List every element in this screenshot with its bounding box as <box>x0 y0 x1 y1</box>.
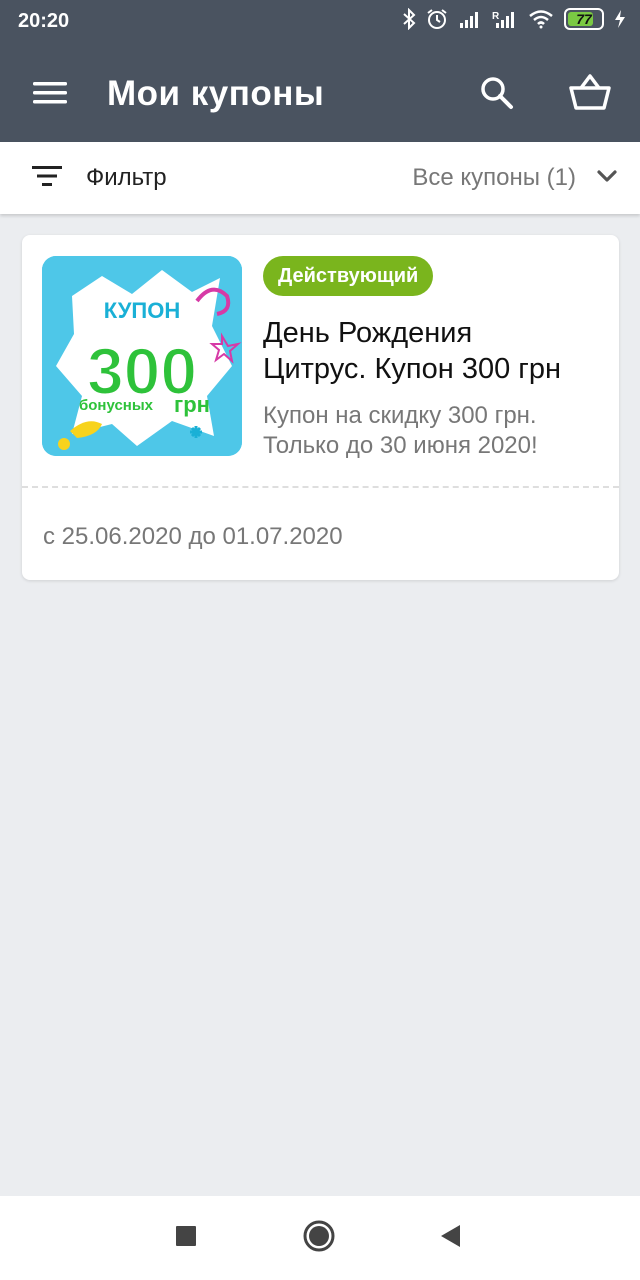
app-bar: 20:20 R 77 Мои купоны <box>0 0 640 142</box>
coupon-image-top-text: КУПОН <box>104 298 180 323</box>
coupon-dates: с 25.06.2020 до 01.07.2020 <box>43 523 343 550</box>
filter-bar: Фильтр Все купоны (1) <box>0 142 640 214</box>
chevron-down-icon <box>596 169 618 188</box>
page-title: Мои купоны <box>107 74 325 113</box>
status-bar: 20:20 R 77 <box>0 0 640 44</box>
basket-button[interactable] <box>562 68 618 118</box>
home-circle-icon <box>302 1219 336 1258</box>
bluetooth-icon <box>402 8 416 30</box>
system-nav-bar <box>0 1196 640 1280</box>
signal-icon <box>458 9 482 29</box>
coupon-title-line-1: День Рождения <box>263 317 473 349</box>
basket-icon <box>562 74 618 122</box>
filter-label: Фильтр <box>86 164 167 191</box>
search-icon <box>472 77 522 122</box>
coupon-card[interactable]: КУПОН 300 бонусных грн Действующий День … <box>22 235 619 580</box>
coupon-image: КУПОН 300 бонусных грн <box>42 256 242 456</box>
home-button[interactable] <box>297 1216 341 1260</box>
back-triangle-icon <box>438 1223 462 1254</box>
filter-button[interactable]: Фильтр <box>30 142 167 214</box>
coupon-title-line-2: Цитрус. Купон 300 грн <box>263 353 561 385</box>
card-divider <box>22 486 619 488</box>
status-time: 20:20 <box>18 10 70 32</box>
status-icons: R 77 <box>402 8 626 30</box>
toolbar: Мои купоны <box>0 44 640 142</box>
signal-roaming-icon: R <box>492 9 518 29</box>
battery-icon: 77 <box>564 8 604 30</box>
battery-level: 77 <box>576 11 592 27</box>
alarm-icon <box>426 8 448 30</box>
recents-square-icon <box>174 1224 198 1253</box>
coupon-image-bottom-left: бонусных <box>79 397 154 414</box>
svg-text:R: R <box>492 11 500 22</box>
dropdown-selected-value: Все купоны (1) <box>412 164 576 191</box>
status-badge: Действующий <box>263 256 434 296</box>
menu-icon <box>22 82 78 122</box>
charging-icon <box>614 9 626 29</box>
search-button[interactable] <box>472 68 522 118</box>
coupon-title: День Рождения Цитрус. Купон 300 грн <box>263 315 598 387</box>
wifi-icon <box>528 9 554 29</box>
coupon-description: Купон на скидку 300 грн. Только до 30 ию… <box>263 402 538 459</box>
back-button[interactable] <box>428 1216 472 1260</box>
menu-button[interactable] <box>22 68 78 118</box>
coupon-image-bottom-right: грн <box>174 392 210 417</box>
filter-icon <box>30 164 64 193</box>
coupon-type-dropdown[interactable]: Все купоны (1) <box>412 142 618 214</box>
recents-button[interactable] <box>164 1216 208 1260</box>
